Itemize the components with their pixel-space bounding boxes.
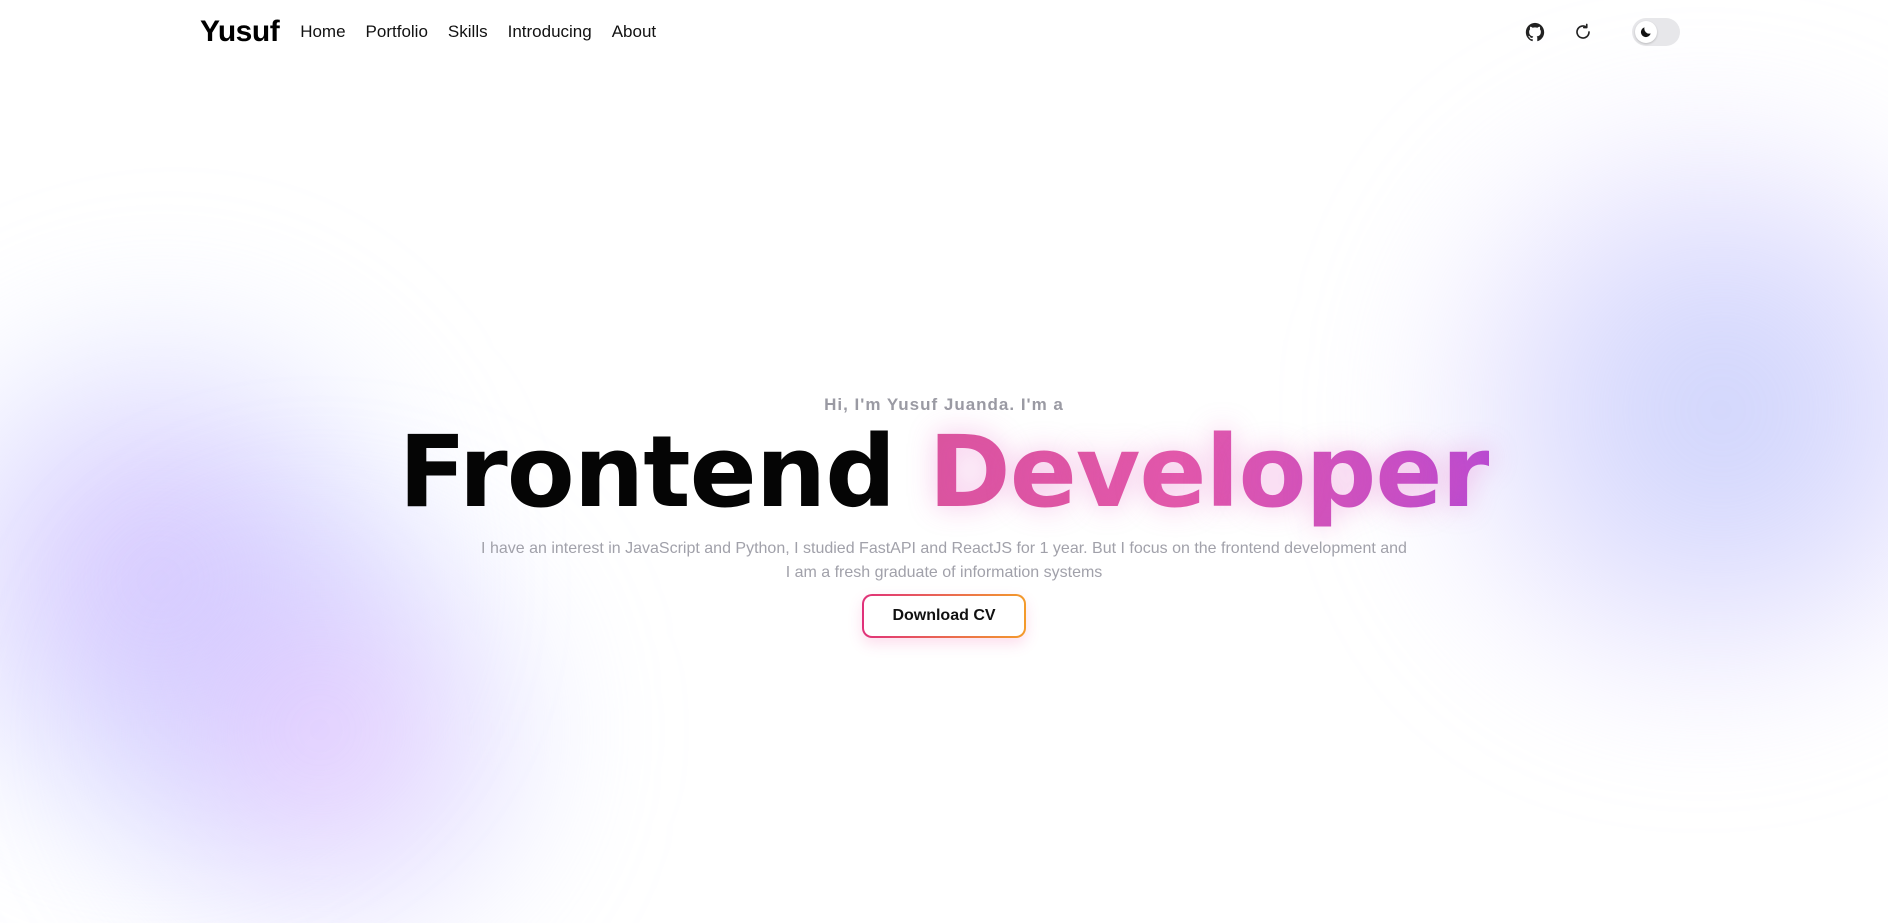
role-word-frontend: Frontend: [398, 415, 896, 530]
github-icon[interactable]: [1522, 19, 1548, 45]
theme-toggle[interactable]: [1632, 18, 1680, 46]
nav-links: Home Portfolio Skills Introducing About: [300, 22, 656, 42]
role-word-developer: Developer: [928, 415, 1491, 530]
hero-description-line2: I am a fresh graduate of information sys…: [785, 564, 1103, 581]
refresh-icon[interactable]: [1570, 19, 1596, 45]
navbar: Yusuf Home Portfolio Skills Introducing …: [200, 0, 1680, 64]
hero-description: I have an interest in JavaScript and Pyt…: [454, 537, 1434, 585]
hero-greeting: Hi, I'm Yusuf Juanda. I'm a: [824, 395, 1064, 414]
nav-link-skills[interactable]: Skills: [448, 22, 488, 42]
nav-link-introducing[interactable]: Introducing: [508, 22, 592, 42]
hero-headline: Frontend Developer: [0, 417, 1888, 529]
nav-link-about[interactable]: About: [612, 22, 656, 42]
moon-icon: [1635, 21, 1657, 43]
hero-description-line1: I have an interest in JavaScript and Pyt…: [481, 540, 1407, 557]
nav-link-portfolio[interactable]: Portfolio: [366, 22, 428, 42]
nav-link-home[interactable]: Home: [300, 22, 345, 42]
download-cv-label: Download CV: [864, 596, 1024, 636]
download-cv-button[interactable]: Download CV: [862, 594, 1026, 638]
hero-section: Hi, I'm Yusuf Juanda. I'm a Frontend Dev…: [0, 395, 1888, 638]
nav-actions: [1522, 18, 1680, 46]
page: Yusuf Home Portfolio Skills Introducing …: [0, 0, 1888, 923]
brand-logo[interactable]: Yusuf: [200, 15, 280, 49]
